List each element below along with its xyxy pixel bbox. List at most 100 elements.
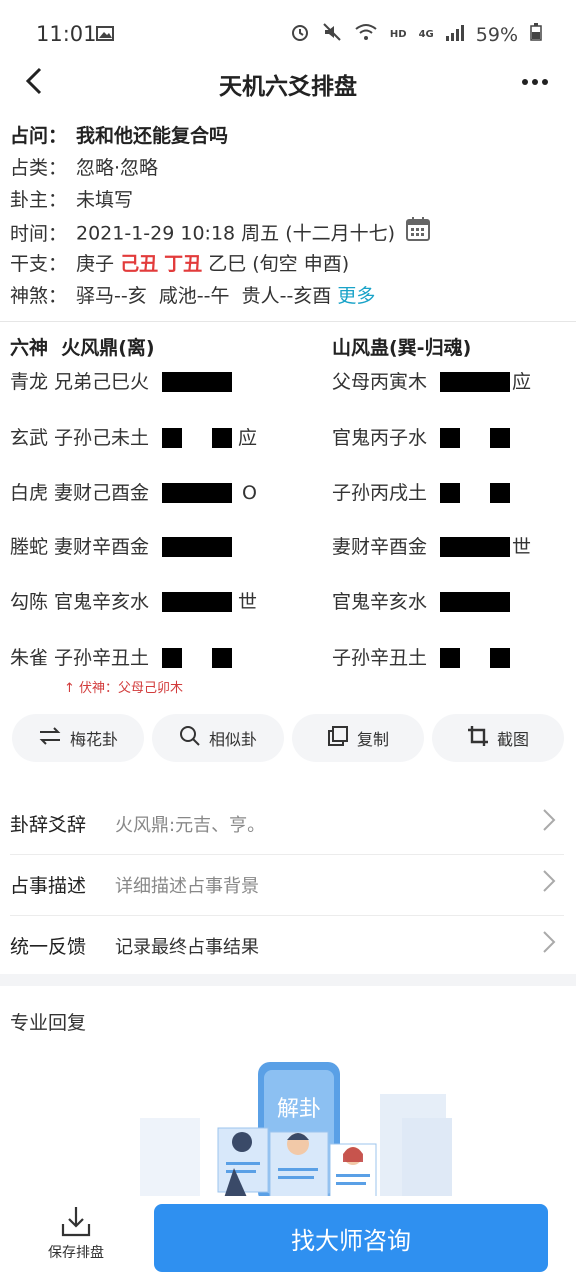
right-line-mark: 世	[512, 536, 532, 558]
chevron-right-icon	[542, 930, 556, 960]
right-yin-bar	[490, 428, 510, 448]
meihua-label: 梅花卦	[69, 730, 118, 749]
question-label: 占问：	[10, 125, 68, 147]
status-icons: HD 4G 59%	[290, 22, 542, 47]
download-icon	[36, 1204, 116, 1242]
ganzhi-label: 干支：	[10, 253, 68, 275]
page-title: 天机六爻排盘	[219, 74, 357, 100]
left-yang-bar	[162, 372, 232, 392]
similar-label: 相似卦	[208, 730, 257, 749]
more-icon[interactable]	[520, 62, 550, 99]
left-line-label: 白虎 妻财己酉金	[10, 482, 150, 504]
question-row: 占问： 我和他还能复合吗	[10, 120, 566, 152]
left-yang-bar	[162, 537, 232, 557]
left-line-label: 青龙 兄弟己巳火	[10, 371, 150, 393]
left-line-label: 塍蛇 妻财辛酉金	[10, 536, 150, 558]
left-yin-bar	[162, 648, 182, 668]
shensha-row: 神煞： 驿马--亥 咸池--午 贵人--亥酉 更多	[10, 280, 566, 312]
right-yang-bar	[440, 372, 510, 392]
left-line-mark: O	[242, 482, 257, 504]
similar-button[interactable]: 相似卦	[152, 714, 284, 762]
xunkong: (旬空 申酉)	[252, 253, 350, 275]
list-item-guaci[interactable]: 卦辞爻辞 火风鼎:元吉、亨。	[10, 794, 564, 855]
right-hexagram-title: 山风蛊(巽-归魂)	[332, 337, 472, 359]
hd-badge: HD	[389, 29, 407, 40]
time-row: 时间： 2021-1-29 10:18 周五 (十二月十七)	[10, 216, 566, 248]
save-label: 保存排盘	[48, 1245, 104, 1261]
right-line-label: 官鬼辛亥水	[332, 591, 428, 613]
owner-row: 卦主： 未填写	[10, 184, 566, 216]
chevron-right-icon	[542, 808, 556, 838]
owner-label: 卦主：	[10, 189, 68, 211]
left-hexagram-title: 六神 火风鼎(离)	[10, 337, 155, 359]
bottom-bar: 保存排盘 找大师咨询	[0, 1196, 576, 1280]
left-yang-bar	[162, 592, 232, 612]
list-item-value: 火风鼎:元吉、亨。	[115, 815, 266, 836]
screenshot-button[interactable]: 截图	[432, 714, 564, 762]
status-bar: 11:01 HD 4G 59%	[0, 0, 576, 60]
battery-icon	[530, 23, 542, 46]
right-yang-bar	[440, 592, 510, 612]
shensha-value: 驿马--亥 咸池--午 贵人--亥酉	[76, 285, 332, 307]
shensha-label: 神煞：	[10, 285, 68, 307]
right-yin-bar	[440, 648, 460, 668]
divider	[0, 321, 576, 322]
status-time: 11:01	[36, 22, 97, 46]
pro-reply-title: 专业回复	[10, 1012, 87, 1034]
tool-bar: 梅花卦 相似卦 复制 截图	[12, 714, 564, 764]
category-label: 占类：	[10, 157, 68, 179]
right-yin-bar	[490, 648, 510, 668]
mute-icon	[322, 22, 342, 47]
battery-text: 59%	[475, 23, 518, 46]
consult-button[interactable]: 找大师咨询	[154, 1204, 548, 1272]
screenshot-label: 截图	[496, 730, 529, 749]
more-link[interactable]: 更多	[337, 285, 375, 307]
right-line-label: 子孙丙戌土	[332, 482, 428, 504]
left-line-mark: 世	[238, 591, 258, 613]
right-line-label: 父母丙寅木	[332, 371, 428, 393]
signal-icon	[445, 24, 464, 46]
category-row: 占类： 忽略·忽略	[10, 152, 566, 184]
left-line-mark: 应	[238, 427, 258, 449]
ganzhi-month: 己丑	[120, 253, 159, 275]
ganzhi-year: 庚子	[76, 253, 115, 275]
ganzhi-hour: 乙巳	[208, 253, 247, 275]
right-yin-bar	[440, 428, 460, 448]
chevron-right-icon	[542, 869, 556, 899]
right-yang-bar	[440, 537, 510, 557]
right-line-mark: 应	[512, 371, 532, 393]
calendar-icon[interactable]	[405, 216, 431, 252]
right-yin-bar	[440, 483, 460, 503]
meihua-button[interactable]: 梅花卦	[12, 714, 144, 762]
ganzhi-day: 丁丑	[164, 253, 203, 275]
left-yin-bar	[212, 648, 232, 668]
save-button[interactable]: 保存排盘	[36, 1204, 116, 1262]
crop-icon	[467, 725, 489, 751]
category-value: 忽略·忽略	[76, 157, 159, 179]
left-line-label: 玄武 子孙己未土	[10, 427, 150, 449]
left-line-label: 勾陈 官鬼辛亥水	[10, 591, 150, 613]
owner-value: 未填写	[76, 189, 134, 211]
swap-icon	[38, 726, 62, 750]
consult-label: 找大师咨询	[291, 1226, 411, 1255]
list-item-label: 统一反馈	[10, 936, 87, 958]
illustration-text: 解卦	[277, 1097, 321, 1122]
left-yin-bar	[212, 428, 232, 448]
divination-info: 占问： 我和他还能复合吗 占类： 忽略·忽略 卦主： 未填写 时间： 2021-1-29…	[10, 120, 566, 312]
time-value: 2021-1-29 10:18 周五 (十二月十七)	[76, 222, 396, 245]
right-yin-bar	[490, 483, 510, 503]
alarm-icon	[290, 22, 310, 47]
list-item-value: 记录最终占事结果	[115, 937, 259, 958]
wifi-icon	[354, 23, 378, 46]
section-gap	[0, 974, 576, 986]
question-value: 我和他还能复合吗	[76, 125, 229, 147]
copy-button[interactable]: 复制	[292, 714, 424, 762]
left-line-label: 朱雀 子孙辛丑土	[10, 647, 150, 669]
gallery-icon	[96, 26, 114, 45]
left-yin-bar	[162, 428, 182, 448]
copy-label: 复制	[356, 730, 389, 749]
list-item-label: 占事描述	[10, 875, 87, 897]
list-item-description[interactable]: 占事描述 详细描述占事背景	[10, 855, 564, 916]
consult-illustration: 解卦	[130, 1058, 460, 1204]
list-item-feedback[interactable]: 统一反馈 记录最终占事结果	[10, 916, 564, 976]
